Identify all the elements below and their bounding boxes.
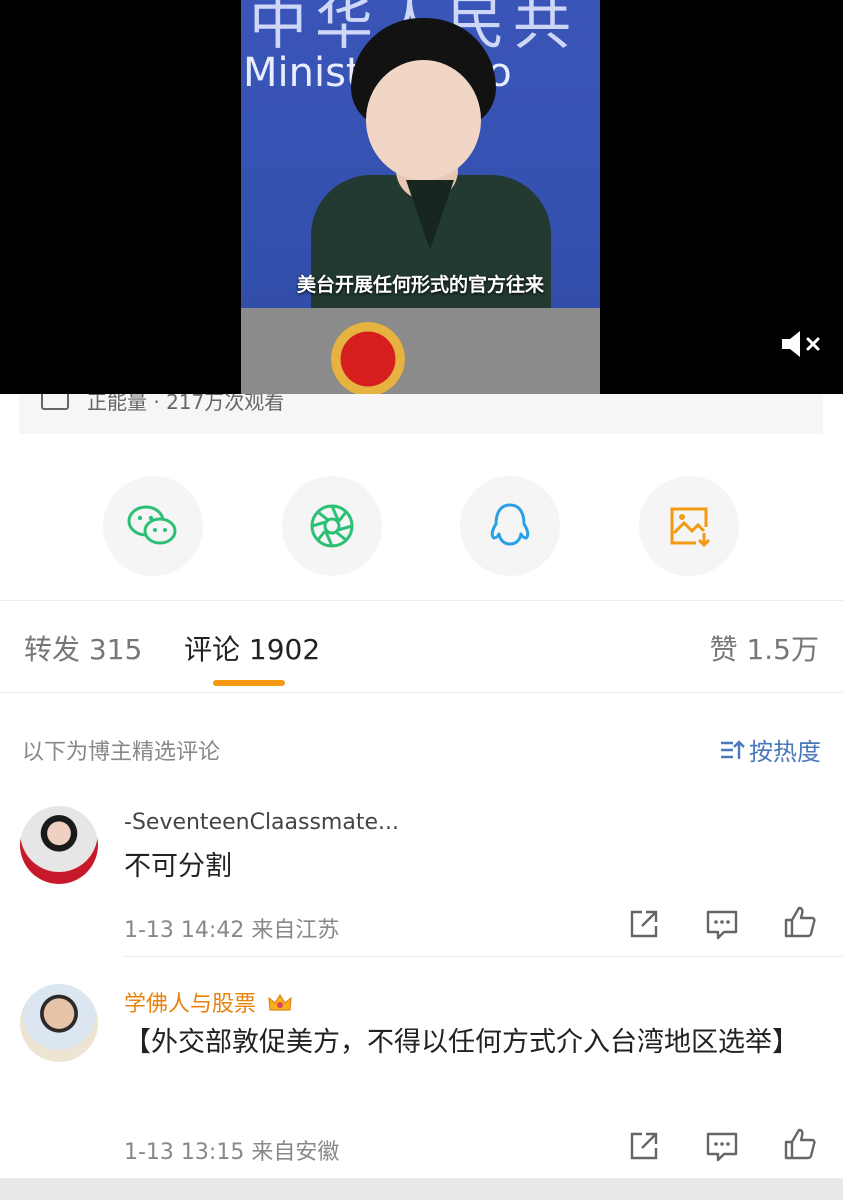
moments-icon	[310, 504, 354, 548]
sort-icon	[721, 739, 745, 759]
save-image-button[interactable]	[639, 476, 739, 576]
share-icon[interactable]	[626, 906, 662, 942]
share-wechat-button[interactable]	[103, 476, 203, 576]
podium	[241, 308, 600, 394]
national-emblem	[331, 322, 405, 394]
save-image-icon	[670, 507, 711, 548]
comment-username-text: 学佛人与股票	[124, 992, 257, 1017]
speaker-face	[366, 60, 481, 180]
video-player[interactable]: 中华人民共 Ministry of Fo 美台开展任何形式的官方往来	[0, 0, 843, 394]
divider	[124, 956, 843, 957]
divider	[0, 692, 843, 693]
share-icon[interactable]	[626, 1128, 662, 1164]
share-qq-button[interactable]	[460, 476, 560, 576]
bottom-bar	[0, 1178, 843, 1200]
comment-text: 不可分割	[124, 851, 232, 882]
sort-by-hot-button[interactable]: 按热度	[719, 732, 821, 767]
crown-badge-icon	[268, 993, 292, 1011]
comment-meta: 1-13 13:15 来自安徽	[124, 1140, 340, 1165]
divider	[0, 600, 843, 601]
section-label: 以下为博主精选评论	[22, 740, 221, 765]
comment-icon[interactable]	[704, 1128, 740, 1164]
share-moments-button[interactable]	[282, 476, 382, 576]
like-icon[interactable]	[782, 904, 818, 940]
tab-repost[interactable]: 转发 315	[24, 628, 142, 668]
active-tab-indicator	[213, 680, 285, 686]
sort-label: 按热度	[749, 738, 821, 766]
wechat-icon	[127, 505, 177, 545]
comment-username[interactable]: -SeventeenClaassmate...	[124, 810, 399, 835]
like-icon[interactable]	[782, 1126, 818, 1162]
volume-muted-icon[interactable]	[780, 329, 824, 359]
tab-like[interactable]: 赞 1.5万	[710, 628, 819, 668]
comment-icon[interactable]	[704, 906, 740, 942]
video-subtitle: 美台开展任何形式的官方往来	[296, 274, 544, 296]
comment-meta: 1-13 14:42 来自江苏	[124, 918, 340, 943]
comment-text: 【外交部敦促美方，不得以任何方式介入台湾地区选举】	[124, 1027, 799, 1058]
qq-icon	[490, 503, 530, 546]
comment-username[interactable]: 学佛人与股票	[124, 986, 293, 1018]
avatar[interactable]	[20, 984, 98, 1062]
video-frame: 中华人民共 Ministry of Fo 美台开展任何形式的官方往来	[241, 0, 600, 394]
speaker-collar	[406, 180, 454, 250]
avatar[interactable]	[20, 806, 98, 884]
